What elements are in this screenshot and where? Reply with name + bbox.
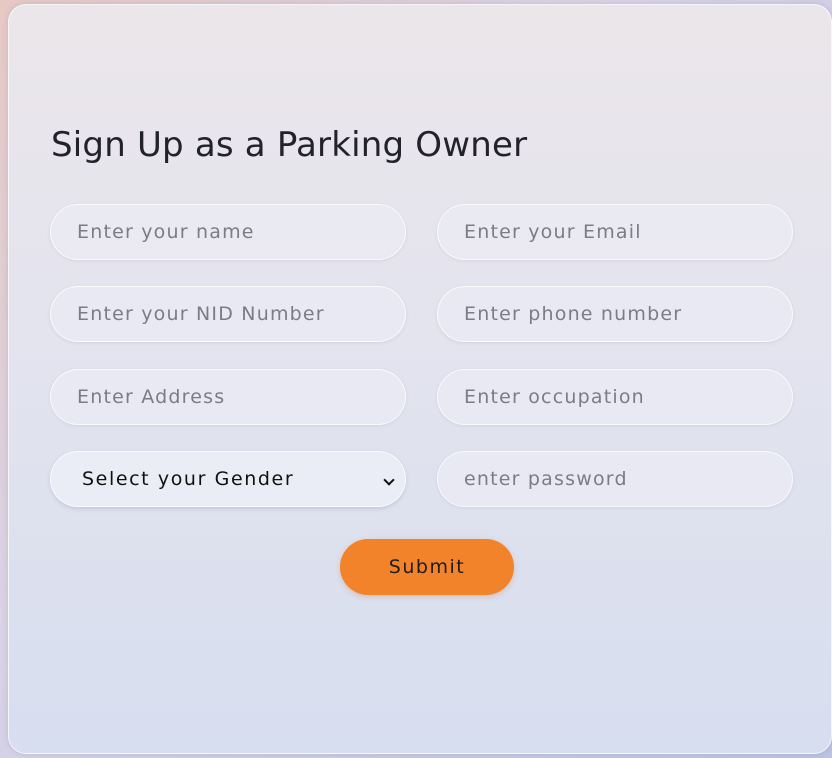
occupation-input[interactable] bbox=[437, 369, 793, 425]
name-input[interactable] bbox=[50, 204, 406, 260]
password-input[interactable] bbox=[437, 451, 793, 507]
address-input[interactable] bbox=[50, 369, 406, 425]
submit-button[interactable]: Submit bbox=[340, 539, 514, 595]
gender-select-value: Select your Gender bbox=[82, 468, 295, 490]
signup-card: Sign Up as a Parking Owner Select your G… bbox=[8, 4, 832, 754]
form-title: Sign Up as a Parking Owner bbox=[51, 125, 528, 165]
gender-select[interactable]: Select your Gender bbox=[50, 451, 406, 507]
chevron-down-icon bbox=[383, 474, 395, 486]
nid-input[interactable] bbox=[50, 286, 406, 342]
email-input[interactable] bbox=[437, 204, 793, 260]
phone-input[interactable] bbox=[437, 286, 793, 342]
